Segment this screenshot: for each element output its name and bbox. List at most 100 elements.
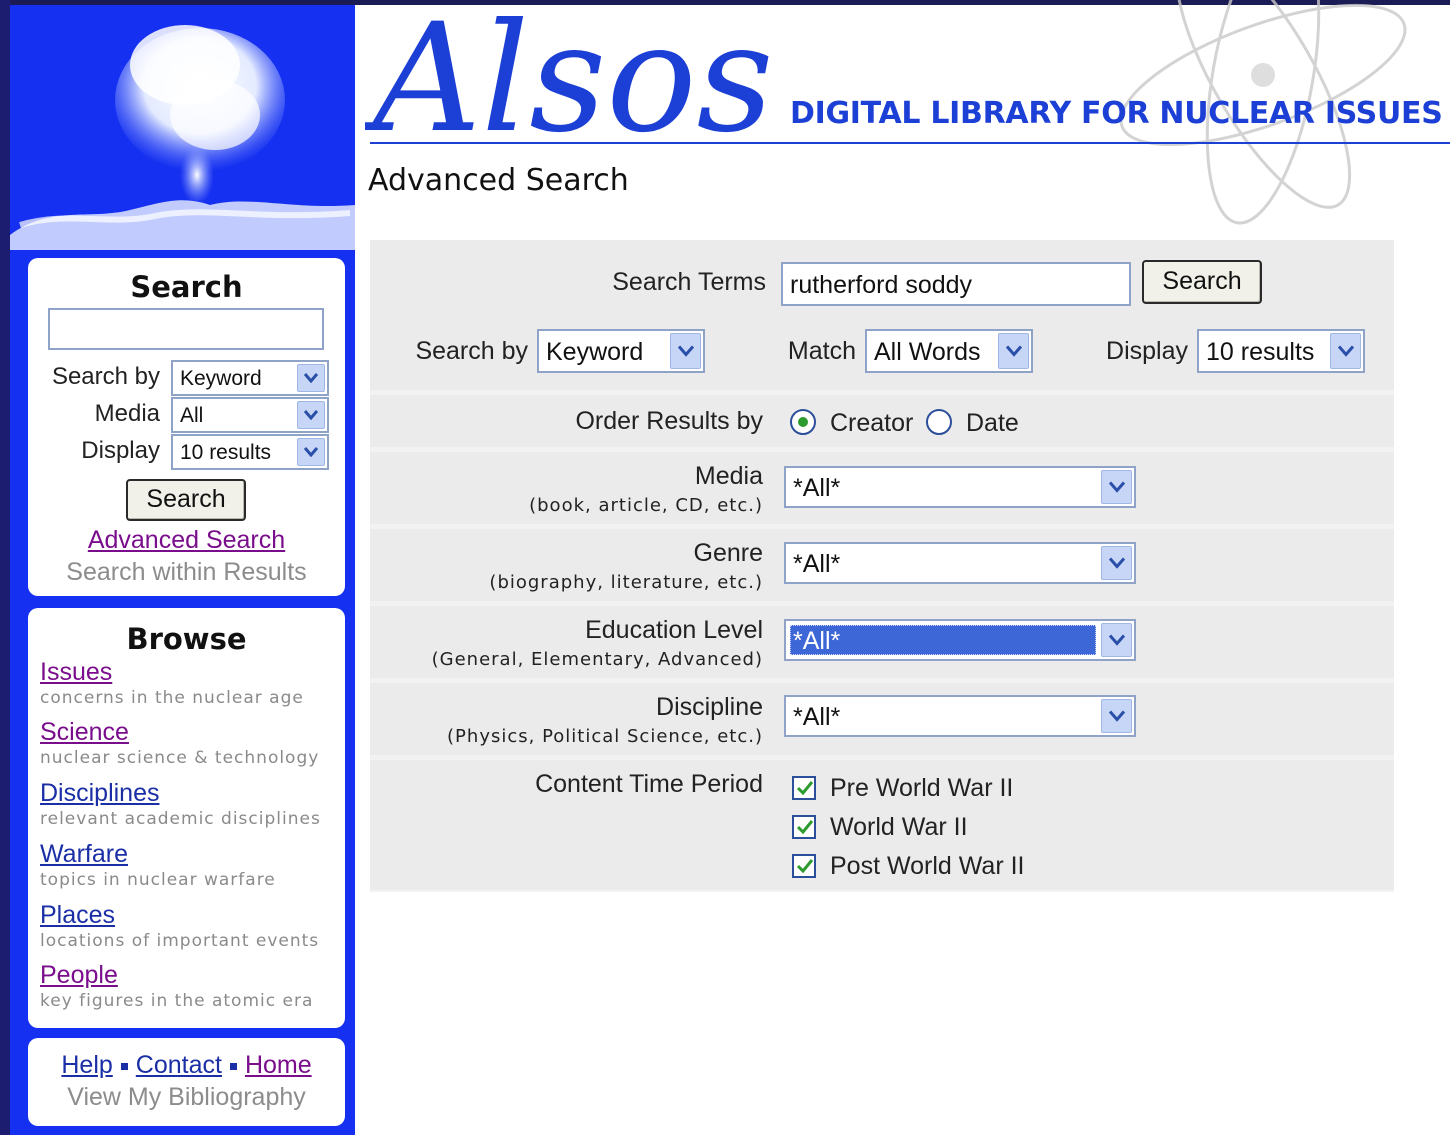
- search-by-value: Keyword: [546, 338, 644, 366]
- order-label: Order Results by: [575, 407, 763, 435]
- chevron-down-icon[interactable]: [1101, 470, 1132, 504]
- browse-link-places[interactable]: Places: [40, 901, 319, 930]
- advanced-search-link[interactable]: Advanced Search: [88, 526, 285, 554]
- checkmark-icon: [796, 781, 814, 796]
- logo-wordmark: Alsos: [365, 0, 774, 166]
- post-wwii-label: Post World War II: [830, 852, 1025, 880]
- mushroom-cloud-image: [10, 5, 355, 250]
- window-left-border: [0, 0, 10, 1135]
- browse-desc-science: nuclear science & technology: [40, 748, 320, 768]
- sidebar-media-label: Media: [94, 400, 160, 427]
- sidebar-search-by-value: Keyword: [180, 367, 262, 390]
- time-period-options-cell: Pre World War II World War II Post World…: [776, 760, 1394, 890]
- browse-item-science: Science nuclear science & technology: [40, 718, 319, 768]
- pre-wwii-checkbox[interactable]: [792, 776, 816, 800]
- browse-item-warfare: Warfare topics in nuclear warfare: [40, 840, 276, 890]
- genre-select-cell: *All*: [776, 529, 1394, 601]
- browse-desc-issues: concerns in the nuclear age: [40, 688, 304, 708]
- media-row: Media (book, article, CD, etc.) *All*: [370, 452, 1394, 524]
- education-hint: (General, Elementary, Advanced): [431, 649, 763, 670]
- search-terms-input[interactable]: rutherford soddy: [781, 262, 1131, 306]
- chevron-down-icon[interactable]: [297, 438, 325, 466]
- bullet-icon: [229, 1062, 237, 1070]
- help-link[interactable]: Help: [61, 1051, 112, 1079]
- match-value: All Words: [874, 338, 981, 366]
- browse-item-people: People key figures in the atomic era: [40, 961, 313, 1011]
- time-period-label: Content Time Period: [535, 770, 763, 798]
- browse-item-disciplines: Disciplines relevant academic discipline…: [40, 779, 321, 829]
- match-select[interactable]: All Words: [865, 329, 1033, 373]
- education-label-cell: Education Level (General, Elementary, Ad…: [370, 606, 773, 678]
- order-creator-label: Creator: [830, 409, 914, 437]
- sidebar-search-panel: Search Search by Keyword Media All Displ…: [28, 258, 345, 596]
- media-value: *All*: [793, 474, 841, 502]
- media-select[interactable]: *All*: [784, 466, 1136, 508]
- order-creator-radio[interactable]: [790, 409, 816, 435]
- discipline-row: Discipline (Physics, Political Science, …: [370, 683, 1394, 755]
- chevron-down-icon[interactable]: [1330, 333, 1361, 369]
- sidebar-footer-panel: Help Contact Home View My Bibliography: [28, 1038, 345, 1126]
- media-hint: (book, article, CD, etc.): [529, 495, 763, 516]
- sidebar-search-title: Search: [130, 270, 243, 304]
- browse-desc-warfare: topics in nuclear warfare: [40, 870, 276, 890]
- sidebar: Search Search by Keyword Media All Displ…: [10, 5, 355, 1135]
- order-row: Order Results by Creator Date: [370, 395, 1394, 447]
- browse-link-issues[interactable]: Issues: [40, 658, 304, 687]
- search-within-results-text: Search within Results: [66, 558, 307, 586]
- sidebar-search-by-select[interactable]: Keyword: [171, 360, 329, 396]
- sidebar-search-button[interactable]: Search: [126, 479, 246, 521]
- home-link[interactable]: Home: [245, 1051, 312, 1079]
- genre-label-cell: Genre (biography, literature, etc.): [370, 529, 773, 601]
- sidebar-media-value: All: [180, 404, 204, 427]
- sidebar-search-by-label: Search by: [51, 363, 160, 390]
- chevron-down-icon[interactable]: [297, 401, 325, 429]
- search-button[interactable]: Search: [1142, 260, 1262, 304]
- chevron-down-icon[interactable]: [297, 364, 325, 392]
- chevron-down-icon[interactable]: [670, 333, 701, 369]
- discipline-select-cell: *All*: [776, 683, 1394, 755]
- browse-desc-disciplines: relevant academic disciplines: [40, 809, 321, 829]
- sidebar-media-select[interactable]: All: [171, 397, 329, 433]
- match-label: Match: [787, 337, 856, 365]
- sidebar-display-label: Display: [81, 437, 160, 464]
- education-select[interactable]: *All*: [784, 619, 1136, 661]
- browse-item-places: Places locations of important events: [40, 901, 319, 951]
- browse-link-science[interactable]: Science: [40, 718, 319, 747]
- browse-link-warfare[interactable]: Warfare: [40, 840, 276, 869]
- chevron-down-icon[interactable]: [1101, 699, 1132, 733]
- view-bibliography-text: View My Bibliography: [67, 1083, 306, 1111]
- browse-link-disciplines[interactable]: Disciplines: [40, 779, 321, 808]
- education-label: Education Level: [585, 616, 763, 644]
- search-by-select[interactable]: Keyword: [537, 329, 705, 373]
- chevron-down-icon[interactable]: [1101, 623, 1132, 657]
- contact-link[interactable]: Contact: [136, 1051, 222, 1079]
- sidebar-browse-panel: Browse Issues concerns in the nuclear ag…: [28, 608, 345, 1028]
- genre-label: Genre: [693, 539, 763, 567]
- browse-title: Browse: [126, 622, 247, 656]
- checkmark-icon: [796, 859, 814, 874]
- genre-hint: (biography, literature, etc.): [489, 572, 763, 593]
- browse-item-issues: Issues concerns in the nuclear age: [40, 658, 304, 708]
- education-row: Education Level (General, Elementary, Ad…: [370, 606, 1394, 678]
- browse-link-people[interactable]: People: [40, 961, 313, 990]
- search-terms-row: Search Terms rutherford soddy Search Sea…: [370, 240, 1394, 390]
- media-select-cell: *All*: [776, 452, 1394, 524]
- discipline-label-cell: Discipline (Physics, Political Science, …: [370, 683, 773, 755]
- checkmark-icon: [796, 820, 814, 835]
- bullet-icon: [120, 1062, 128, 1070]
- discipline-select[interactable]: *All*: [784, 695, 1136, 737]
- sidebar-search-input[interactable]: [48, 308, 324, 350]
- display-select[interactable]: 10 results: [1197, 329, 1365, 373]
- wwii-checkbox[interactable]: [792, 815, 816, 839]
- sidebar-display-select[interactable]: 10 results: [171, 434, 329, 470]
- media-label-cell: Media (book, article, CD, etc.): [370, 452, 773, 524]
- pre-wwii-label: Pre World War II: [830, 774, 1014, 802]
- chevron-down-icon[interactable]: [998, 333, 1029, 369]
- tagline: DIGITAL LIBRARY FOR NUCLEAR ISSUES: [790, 96, 1443, 131]
- post-wwii-checkbox[interactable]: [792, 854, 816, 878]
- genre-select[interactable]: *All*: [784, 542, 1136, 584]
- chevron-down-icon[interactable]: [1101, 546, 1132, 580]
- search-by-label: Search by: [415, 337, 528, 365]
- page-title: Advanced Search: [368, 163, 629, 198]
- order-date-radio[interactable]: [926, 409, 952, 435]
